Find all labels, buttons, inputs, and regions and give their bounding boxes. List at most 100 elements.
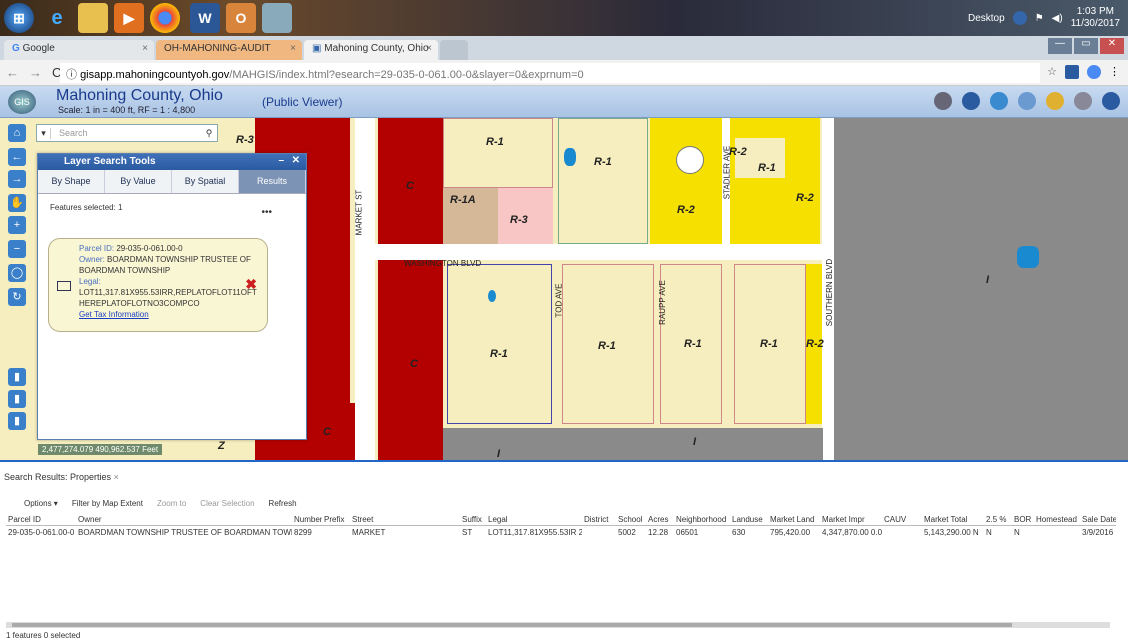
table-cell: 795,420.00 <box>770 528 811 537</box>
forward-icon[interactable]: → <box>29 65 52 80</box>
parcel-shape-icon[interactable] <box>57 281 71 291</box>
column-header[interactable]: Homestead <box>1034 514 1080 526</box>
measure-icon[interactable]: ▮ <box>8 368 26 386</box>
back-extent-icon[interactable]: ← <box>8 148 26 166</box>
owner-label: Owner: <box>79 255 105 264</box>
folder-icon[interactable] <box>78 3 108 33</box>
tab-mahoning[interactable]: ▣ Mahoning County, Ohio × <box>304 40 438 60</box>
column-header[interactable]: Market Total <box>922 514 984 526</box>
ie-icon[interactable]: e <box>42 3 72 33</box>
table-header-row: Parcel ID Owner Number Prefix Street Suffix Le… <box>6 514 1116 526</box>
tab-by-value[interactable]: By Value <box>105 170 172 193</box>
column-header[interactable]: Parcel ID <box>6 514 76 526</box>
column-header[interactable]: Legal <box>486 514 582 526</box>
zoom-to-button[interactable]: Zoom to <box>157 499 186 508</box>
volume-icon[interactable]: ◀) <box>1052 13 1063 24</box>
table-cell: LOT11,317.81X955.53IR 29 <box>488 528 582 537</box>
horizontal-scrollbar[interactable] <box>6 622 1110 628</box>
column-header[interactable]: Market Impr <box>820 514 882 526</box>
search-icon[interactable]: ⚲ <box>201 128 217 139</box>
search-tool-icon[interactable] <box>1046 92 1064 110</box>
table-row[interactable]: 29-035-0-061.00-0 BOARDMAN TOWNSHIP TRUST… <box>6 526 1116 540</box>
refresh-icon[interactable]: ↻ <box>8 288 26 306</box>
extension-icon[interactable] <box>1065 65 1079 79</box>
close-tab-icon[interactable]: × <box>426 43 432 54</box>
start-button[interactable]: ⊞ <box>4 3 34 33</box>
column-header[interactable]: District <box>582 514 616 526</box>
home-icon[interactable]: ⌂ <box>8 124 26 142</box>
result-card[interactable]: Parcel ID: 29-035-0-061.00-0 Owner: BOAR… <box>48 238 268 332</box>
info-icon[interactable]: ⓘ <box>66 69 80 81</box>
back-icon[interactable]: ← <box>6 65 29 80</box>
filter-map-extent-button[interactable]: Filter by Map Extent <box>72 499 143 508</box>
measure-area-icon[interactable]: ▮ <box>8 390 26 408</box>
column-header[interactable]: CAUV <box>882 514 922 526</box>
new-tab-button[interactable] <box>440 40 468 60</box>
results-tab[interactable]: Search Results: Properties × <box>4 472 119 482</box>
search-input[interactable]: Search <box>51 128 201 138</box>
zoom-in-icon[interactable]: + <box>8 216 26 234</box>
remove-result-icon[interactable]: ✖ <box>245 277 257 291</box>
column-header[interactable]: Number <box>292 514 322 526</box>
help-icon[interactable] <box>1102 92 1120 110</box>
close-results-icon[interactable]: × <box>114 472 119 482</box>
flag-icon[interactable]: ⚑ <box>1035 13 1044 24</box>
help-icon[interactable] <box>1012 11 1027 25</box>
more-options-icon[interactable]: ••• <box>261 207 272 218</box>
close-icon[interactable]: ✕ <box>292 155 300 166</box>
scrollbar-thumb[interactable] <box>12 623 1012 627</box>
globe-icon[interactable] <box>990 92 1008 110</box>
maximize-button[interactable]: ▭ <box>1074 38 1098 54</box>
clear-selection-button[interactable]: Clear Selection <box>200 499 254 508</box>
url-field[interactable]: ⓘ gisapp.mahoningcountyoh.gov/MAHGIS/ind… <box>60 63 1040 83</box>
tab-google[interactable]: G Google × <box>4 40 154 60</box>
full-extent-icon[interactable]: ◯ <box>8 264 26 282</box>
column-header[interactable]: Landuse <box>730 514 768 526</box>
column-header[interactable]: Acres <box>646 514 674 526</box>
info-tool-icon[interactable] <box>962 92 980 110</box>
tab-results[interactable]: Results <box>239 170 306 193</box>
word-icon[interactable]: W <box>190 3 220 33</box>
pan-hand-icon[interactable]: ✋ <box>8 194 26 212</box>
clock[interactable]: 1:03 PM 11/30/2017 <box>1071 6 1120 30</box>
column-header[interactable]: BOR <box>1012 514 1034 526</box>
paint-icon[interactable] <box>262 3 292 33</box>
outlook-icon[interactable]: O <box>226 3 256 33</box>
search-dropdown-icon[interactable]: ▾ <box>37 127 51 139</box>
column-header[interactable]: Neighborhood <box>674 514 730 526</box>
close-tab-icon[interactable]: × <box>290 43 296 54</box>
column-header[interactable]: Owner <box>76 514 292 526</box>
close-tab-icon[interactable]: × <box>142 43 148 54</box>
forward-extent-icon[interactable]: → <box>8 170 26 188</box>
pan-tool-icon[interactable] <box>934 92 952 110</box>
column-header[interactable]: 2.5 % <box>984 514 1012 526</box>
menu-icon[interactable]: ⋮ <box>1109 65 1120 79</box>
minimize-icon[interactable]: – <box>278 155 284 166</box>
map-search-box[interactable]: ▾ Search ⚲ <box>36 124 218 142</box>
layers-icon[interactable] <box>1018 92 1036 110</box>
refresh-button[interactable]: Refresh <box>269 499 297 508</box>
lock-icon[interactable]: ▮ <box>8 412 26 430</box>
extension-icon[interactable] <box>1087 65 1101 79</box>
tax-link[interactable]: Get Tax Information <box>79 309 261 320</box>
column-header[interactable]: Sale Date <box>1080 514 1116 526</box>
desktop-toolbar-label[interactable]: Desktop <box>968 13 1005 24</box>
chrome-icon[interactable] <box>150 3 180 33</box>
bookmark-star-icon[interactable]: ☆ <box>1047 65 1057 79</box>
zoom-out-icon[interactable]: − <box>8 240 26 258</box>
layer-search-panel: Layer Search Tools – ✕ By Shape By Value… <box>37 153 307 440</box>
close-window-button[interactable]: ✕ <box>1100 38 1124 54</box>
tab-by-spatial[interactable]: By Spatial <box>172 170 239 193</box>
tab-by-shape[interactable]: By Shape <box>38 170 105 193</box>
zone-label: R-2 <box>806 338 824 350</box>
column-header[interactable]: School <box>616 514 646 526</box>
media-player-icon[interactable]: ▶ <box>114 3 144 33</box>
tab-audit[interactable]: OH-MAHONING-AUDIT × <box>156 40 302 60</box>
print-icon[interactable] <box>1074 92 1092 110</box>
column-header[interactable]: Prefix <box>322 514 350 526</box>
column-header[interactable]: Suffix <box>460 514 486 526</box>
column-header[interactable]: Street <box>350 514 460 526</box>
minimize-button[interactable]: — <box>1048 38 1072 54</box>
column-header[interactable]: Market Land <box>768 514 820 526</box>
options-button[interactable]: Options ▾ <box>24 499 58 508</box>
